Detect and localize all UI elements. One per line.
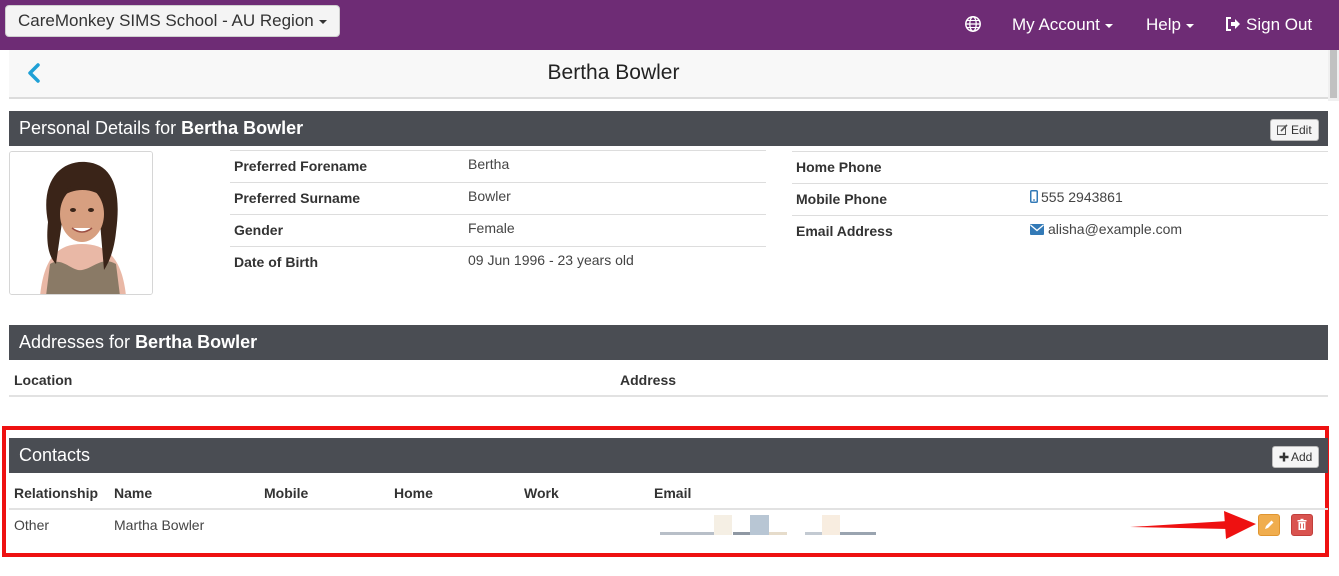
- personal-heading-name: Bertha Bowler: [181, 118, 304, 138]
- edit-personal-label: Edit: [1291, 123, 1312, 137]
- field-label: Email Address: [796, 223, 893, 239]
- field-row-gender: Gender Female: [230, 214, 766, 246]
- top-navbar: CareMonkey SIMS School - AU Region My Ac…: [0, 0, 1339, 50]
- contacts-heading: Contacts Add: [9, 438, 1328, 473]
- field-row-surname: Preferred Surname Bowler: [230, 182, 766, 214]
- school-selector-label: CareMonkey SIMS School - AU Region: [18, 11, 314, 30]
- field-label: Preferred Surname: [234, 190, 361, 206]
- addresses-heading-name: Bertha Bowler: [135, 332, 258, 352]
- column-header-email: Email: [654, 485, 692, 501]
- student-avatar: [10, 152, 152, 294]
- sign-out-link[interactable]: Sign Out: [1225, 0, 1312, 50]
- field-row-mobile-phone: Mobile Phone 555 2943861: [792, 183, 1328, 215]
- scrollbar[interactable]: [1328, 50, 1339, 101]
- my-account-menu[interactable]: My Account: [1012, 0, 1113, 50]
- add-contact-button[interactable]: Add: [1272, 446, 1320, 468]
- column-header-address: Address: [620, 372, 677, 388]
- column-header-home: Home: [394, 485, 433, 501]
- edit-personal-button[interactable]: Edit: [1270, 119, 1319, 141]
- sign-out-label: Sign Out: [1246, 15, 1313, 34]
- sign-out-icon: [1226, 17, 1240, 31]
- mobile-phone-link[interactable]: 555 2943861: [1030, 189, 1123, 205]
- caret-down-icon: [318, 19, 327, 24]
- contact-name: Martha Bowler: [114, 517, 205, 533]
- addresses-heading: Addresses for Bertha Bowler: [9, 325, 1328, 360]
- school-selector-dropdown[interactable]: CareMonkey SIMS School - AU Region: [5, 5, 340, 37]
- field-row-forename: Preferred Forename Bertha: [230, 150, 766, 182]
- field-label: Home Phone: [796, 159, 882, 175]
- add-contact-label: Add: [1291, 450, 1313, 464]
- plus-icon: [1279, 452, 1289, 462]
- annotation-arrow-icon: [1130, 511, 1256, 539]
- page-title: Bertha Bowler: [547, 61, 680, 84]
- personal-details-heading: Personal Details for Bertha Bowler Edit: [9, 111, 1328, 146]
- help-menu[interactable]: Help: [1146, 0, 1194, 50]
- field-label: Gender: [234, 222, 284, 238]
- contact-relationship: Other: [14, 517, 50, 533]
- field-value: 09 Jun 1996 - 23 years old: [468, 252, 634, 268]
- envelope-icon: [1030, 224, 1044, 235]
- column-header-relationship: Relationship: [14, 485, 99, 501]
- delete-contact-button[interactable]: [1291, 514, 1313, 536]
- mobile-phone-value: 555 2943861: [1041, 189, 1123, 205]
- page-header: Bertha Bowler: [9, 50, 1328, 99]
- field-value: Female: [468, 220, 515, 236]
- field-label: Preferred Forename: [234, 158, 368, 174]
- field-label: Mobile Phone: [796, 191, 887, 207]
- mobile-phone-icon: [1030, 190, 1038, 203]
- email-link[interactable]: alisha@example.com: [1030, 221, 1182, 237]
- field-label: Date of Birth: [234, 254, 318, 270]
- my-account-label: My Account: [1012, 15, 1100, 34]
- table-divider: [9, 395, 1328, 397]
- globe-icon[interactable]: [964, 15, 982, 33]
- student-photo: [9, 151, 153, 295]
- caret-down-icon: [1185, 23, 1194, 28]
- addresses-heading-prefix: Addresses for: [19, 332, 136, 352]
- column-header-work: Work: [524, 485, 559, 501]
- edit-contact-button[interactable]: [1258, 514, 1280, 536]
- email-value: alisha@example.com: [1048, 221, 1183, 237]
- column-header-mobile: Mobile: [264, 485, 309, 501]
- contacts-heading-label: Contacts: [19, 445, 91, 465]
- field-value: Bertha: [468, 156, 510, 172]
- caret-down-icon: [1104, 23, 1113, 28]
- column-header-name: Name: [114, 485, 153, 501]
- column-header-location: Location: [14, 372, 73, 388]
- scrollbar-thumb[interactable]: [1330, 50, 1337, 98]
- trash-icon: [1297, 518, 1307, 530]
- field-row-dob: Date of Birth 09 Jun 1996 - 23 years old: [230, 246, 766, 278]
- edit-icon: [1277, 124, 1288, 135]
- field-row-home-phone: Home Phone: [792, 151, 1328, 183]
- pencil-icon: [1265, 520, 1274, 529]
- field-row-email: Email Address alisha@example.com: [792, 215, 1328, 247]
- personal-heading-prefix: Personal Details for: [19, 118, 182, 138]
- field-value: Bowler: [468, 188, 511, 204]
- help-label: Help: [1146, 15, 1181, 34]
